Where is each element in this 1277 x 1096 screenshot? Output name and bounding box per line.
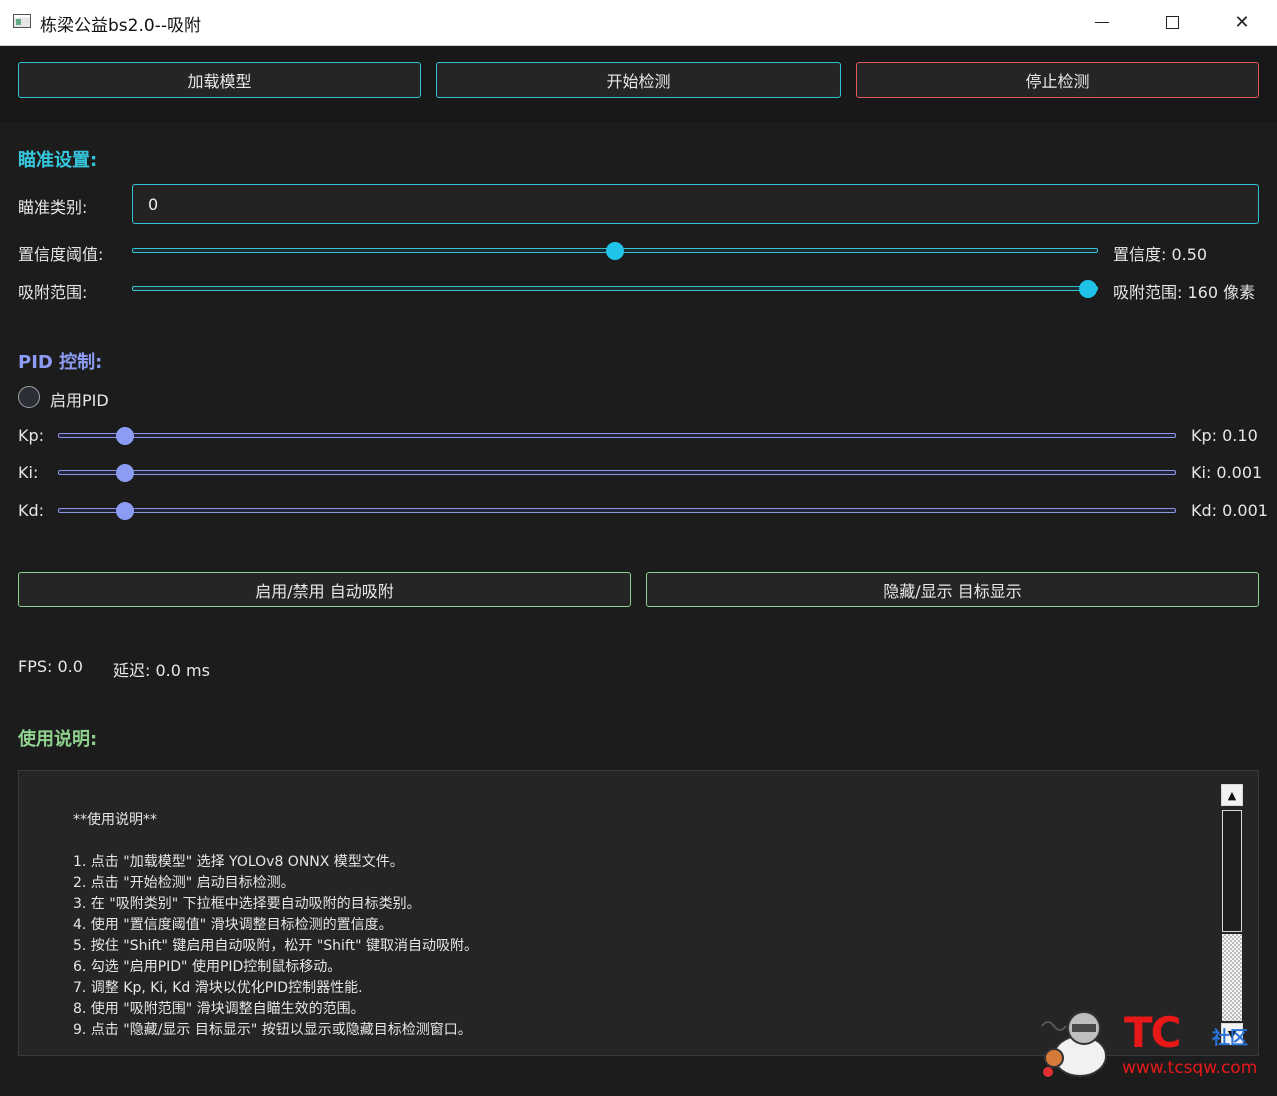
close-icon: ✕ — [1234, 12, 1250, 33]
help-line: 7. 调整 Kp, Ki, Kd 滑块以优化PID控制器性能. — [73, 980, 363, 996]
ki-value: Ki: 0.001 — [1191, 463, 1263, 482]
confidence-label: 置信度阈值: — [18, 245, 104, 264]
aim-class-label: 瞄准类别: — [18, 198, 88, 217]
confidence-slider[interactable] — [132, 241, 1098, 261]
watermark-url: www.tcsqw.com — [1122, 1058, 1258, 1078]
help-line: 4. 使用 "置信度阈值" 滑块调整目标检测的置信度。 — [73, 917, 393, 933]
stop-detect-button[interactable]: 停止检测 — [856, 62, 1259, 98]
help-line: **使用说明** — [73, 812, 157, 828]
toggle-display-button[interactable]: 隐藏/显示 目标显示 — [646, 572, 1259, 607]
confidence-slider-handle[interactable] — [606, 242, 624, 260]
help-line: 2. 点击 "开始检测" 启动目标检测。 — [73, 875, 295, 891]
kd-slider[interactable] — [58, 501, 1176, 521]
range-label: 吸附范围: — [18, 283, 88, 302]
minimize-button[interactable] — [1067, 0, 1137, 45]
kp-slider-handle[interactable] — [116, 427, 135, 445]
latency-readout: 延迟: 0.0 ms — [113, 661, 210, 680]
range-slider-handle[interactable] — [1079, 280, 1098, 298]
window-title: 栋梁公益bs2.0--吸附 — [40, 16, 201, 36]
ki-slider-track — [58, 470, 1176, 475]
scrollbar-thumb[interactable] — [1222, 810, 1242, 932]
kp-value: Kp: 0.10 — [1191, 426, 1258, 445]
title-bar: 栋梁公益bs2.0--吸附 ✕ — [0, 0, 1277, 46]
help-line: 5. 按住 "Shift" 键启用自动吸附，松开 "Shift" 键取消自动吸附… — [73, 938, 479, 954]
confidence-value: 置信度: 0.50 — [1113, 245, 1208, 264]
kp-slider[interactable] — [58, 426, 1176, 446]
app-icon — [13, 14, 31, 28]
arrow-up-icon: ▲ — [1227, 788, 1237, 802]
fps-readout: FPS: 0.0 — [18, 657, 83, 676]
help-line: 6. 勾选 "启用PID" 使用PID控制鼠标移动。 — [73, 959, 342, 975]
kp-label: Kp: — [18, 426, 45, 445]
kp-slider-track — [58, 433, 1176, 438]
aim-section-title: 瞄准设置: — [18, 150, 98, 171]
watermark-brand: 社区 — [1212, 1028, 1248, 1049]
enable-pid-label[interactable]: 启用PID — [50, 387, 109, 411]
kd-label: Kd: — [18, 501, 45, 520]
help-line: 9. 点击 "隐藏/显示 目标显示" 按钮以显示或隐藏目标检测窗口。 — [73, 1022, 472, 1038]
help-line: 3. 在 "吸附类别" 下拉框中选择要自动吸附的目标类别。 — [73, 896, 421, 912]
enable-pid-checkbox[interactable] — [18, 386, 40, 408]
range-slider-track — [132, 286, 1098, 291]
help-line: 1. 点击 "加载模型" 选择 YOLOv8 ONNX 模型文件。 — [73, 854, 404, 870]
start-detect-button[interactable]: 开始检测 — [436, 62, 841, 98]
kd-value: Kd: 0.001 — [1191, 501, 1268, 520]
help-section-title: 使用说明: — [18, 729, 98, 750]
maximize-button[interactable] — [1137, 0, 1207, 45]
watermark-logo: TC — [1124, 1008, 1182, 1057]
kd-slider-handle[interactable] — [116, 502, 135, 520]
close-button[interactable]: ✕ — [1207, 0, 1277, 45]
aim-class-input[interactable] — [132, 184, 1259, 224]
range-slider[interactable] — [132, 279, 1098, 299]
maximize-icon — [1165, 16, 1179, 29]
ki-label: Ki: — [18, 463, 39, 482]
minimize-icon — [1095, 22, 1109, 23]
ki-slider-handle[interactable] — [116, 464, 135, 482]
scroll-up-button[interactable]: ▲ — [1221, 784, 1243, 806]
watermark: TC 社区 www.tcsqw.com — [1030, 1000, 1270, 1084]
help-line: 8. 使用 "吸附范围" 滑块调整自瞄生效的范围。 — [73, 1001, 365, 1017]
mascot-icon — [1041, 1011, 1107, 1077]
pid-section-title: PID 控制: — [18, 352, 103, 373]
kd-slider-track — [58, 508, 1176, 513]
toggle-auto-aim-button[interactable]: 启用/禁用 自动吸附 — [18, 572, 631, 607]
load-model-button[interactable]: 加载模型 — [18, 62, 421, 98]
ki-slider[interactable] — [58, 463, 1176, 483]
range-value: 吸附范围: 160 像素 — [1113, 283, 1256, 302]
